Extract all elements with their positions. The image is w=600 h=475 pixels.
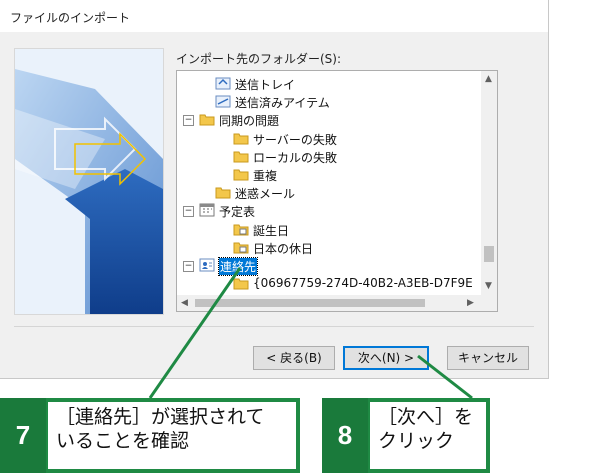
step8-line2: クリック xyxy=(378,430,455,452)
step8-callout: 8 ［次へ］を クリック xyxy=(322,398,490,473)
step7-callout: 7 ［連絡先］が選択されて いることを確認 xyxy=(0,398,300,473)
step7-line2: いることを確認 xyxy=(56,430,190,452)
step7-line1: ［連絡先］が選択されて xyxy=(56,406,265,428)
step7-text: ［連絡先］が選択されて いることを確認 xyxy=(48,402,296,469)
step8-number: 8 xyxy=(322,398,368,473)
step8-text: ［次へ］を クリック xyxy=(370,402,486,469)
step8-line1: ［次へ］を xyxy=(378,406,474,428)
step7-number: 7 xyxy=(0,398,46,473)
